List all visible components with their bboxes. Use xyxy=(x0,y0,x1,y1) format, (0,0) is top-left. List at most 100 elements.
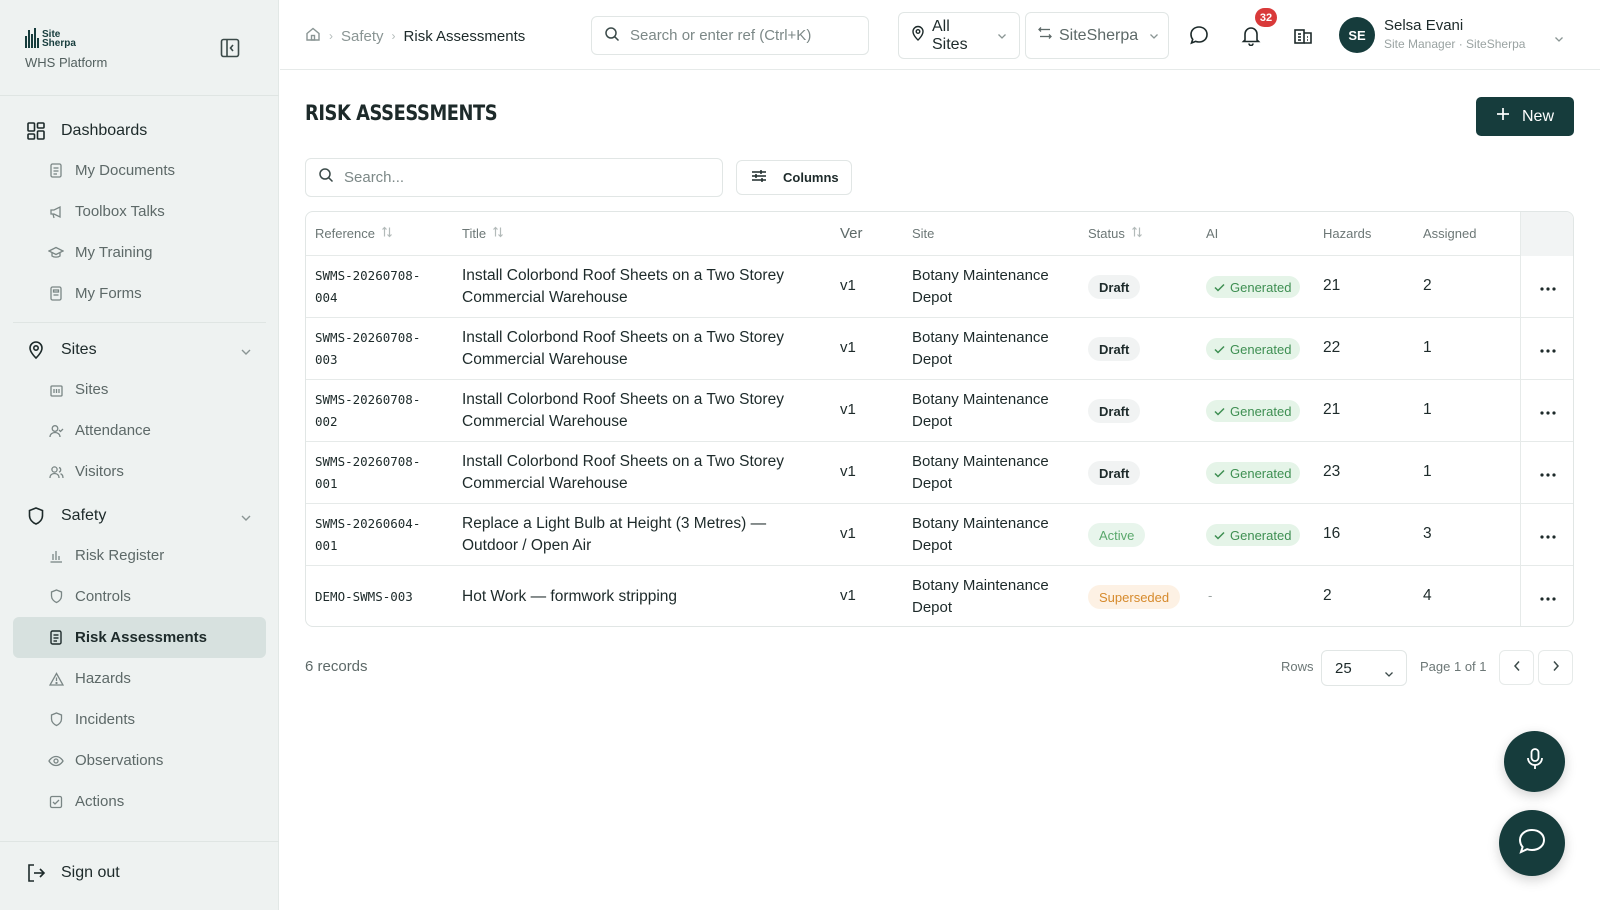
assigned-count: 4 xyxy=(1423,587,1432,604)
user-menu[interactable]: Selsa Evani Site Manager · SiteSherpa xyxy=(1384,17,1525,51)
warning-icon xyxy=(48,671,64,687)
shield-icon xyxy=(48,712,64,728)
row-actions-menu[interactable] xyxy=(1520,442,1573,504)
chevron-down-icon xyxy=(997,27,1007,45)
sidebar-item-sites[interactable]: Sites xyxy=(13,369,266,410)
row-actions-menu[interactable] xyxy=(1520,504,1573,566)
ai-generated-badge: Generated xyxy=(1206,524,1301,546)
brand[interactable]: Site Sherpa WHS Platform xyxy=(25,24,107,70)
sidebar-item-my-forms[interactable]: My Forms xyxy=(13,273,266,314)
title-cell: Hot Work — formwork stripping xyxy=(462,588,678,605)
ver-header: Ver xyxy=(840,225,863,242)
check-icon xyxy=(1214,280,1225,295)
version-cell: v1 xyxy=(840,463,856,480)
notification-badge: 32 xyxy=(1255,8,1277,27)
sidebar-item-risk-assessments[interactable]: Risk Assessments xyxy=(13,617,266,658)
table-row[interactable]: SWMS-20260708- 002 Install Colorbond Roof… xyxy=(306,380,1573,442)
sidebar-item-incidents[interactable]: Incidents xyxy=(13,699,266,740)
more-horizontal-icon xyxy=(1540,340,1556,358)
avatar[interactable]: SE xyxy=(1339,17,1375,53)
more-horizontal-icon xyxy=(1540,588,1556,606)
sort-status-header[interactable]: Status xyxy=(1088,226,1143,241)
records-count: 6 records xyxy=(305,658,368,675)
breadcrumb: › Safety › Risk Assessments xyxy=(305,26,525,46)
next-page-button[interactable] xyxy=(1538,650,1573,685)
nav-group-sites[interactable]: Sites xyxy=(13,331,266,369)
hazards-count: 23 xyxy=(1323,463,1341,480)
reference-cell: SWMS-20260708- 001 xyxy=(315,454,421,491)
organization-icon[interactable] xyxy=(1291,23,1315,47)
site-cell: Botany Maintenance Depot xyxy=(912,329,1049,368)
chat-bubble-icon xyxy=(1517,827,1547,860)
nav-group-safety[interactable]: Safety xyxy=(13,497,266,535)
shield-icon xyxy=(25,505,47,527)
check-icon xyxy=(1214,528,1225,543)
breadcrumb-current: Risk Assessments xyxy=(403,27,526,45)
sort-title-header[interactable]: Title xyxy=(462,226,504,241)
assigned-header: Assigned xyxy=(1423,226,1477,241)
site-filter-dropdown[interactable]: All Sites xyxy=(898,12,1020,59)
sidebar-item-risk-register[interactable]: Risk Register xyxy=(13,535,266,576)
sign-out-button[interactable]: Sign out xyxy=(25,862,120,884)
table-row[interactable]: SWMS-20260708- 001 Install Colorbond Roof… xyxy=(306,442,1573,504)
ai-generated-badge: Generated xyxy=(1206,400,1301,422)
org-switcher-dropdown[interactable]: SiteSherpa xyxy=(1025,12,1169,59)
table-row[interactable]: SWMS-20260708- 004 Install Colorbond Roof… xyxy=(306,256,1573,318)
page-title: RISK ASSESSMENTS xyxy=(305,101,498,125)
search-icon xyxy=(318,167,334,188)
table-search[interactable] xyxy=(305,158,723,197)
sidebar-nav: Dashboards My Documents Toolbox Talks My… xyxy=(13,112,266,822)
sidebar-item-my-documents[interactable]: My Documents xyxy=(13,150,266,191)
building-icon xyxy=(48,382,64,398)
sidebar-item-actions[interactable]: Actions xyxy=(13,781,266,822)
nav-group-dashboards[interactable]: Dashboards xyxy=(13,112,266,150)
table-row[interactable]: SWMS-20260604- 001 Replace a Light Bulb a… xyxy=(306,504,1573,566)
bell-icon[interactable] xyxy=(1239,23,1263,47)
row-actions-menu[interactable] xyxy=(1520,318,1573,380)
chevron-down-icon xyxy=(1384,665,1394,682)
sidebar-item-my-training[interactable]: My Training xyxy=(13,232,266,273)
chevron-left-icon xyxy=(1513,659,1521,677)
table-row[interactable]: SWMS-20260708- 003 Install Colorbond Roof… xyxy=(306,318,1573,380)
sidebar-item-controls[interactable]: Controls xyxy=(13,576,266,617)
title-cell: Install Colorbond Roof Sheets on a Two S… xyxy=(462,391,784,430)
new-risk-assessment-button[interactable]: New xyxy=(1476,97,1574,136)
sort-reference-header[interactable]: Reference xyxy=(315,226,393,241)
ai-generated-badge: Generated xyxy=(1206,338,1301,360)
table-row[interactable]: DEMO-SWMS-003 Hot Work — formwork stripp… xyxy=(306,566,1573,626)
columns-button[interactable]: Columns xyxy=(736,160,852,195)
voice-input-button[interactable] xyxy=(1504,731,1565,792)
reference-cell: SWMS-20260708- 002 xyxy=(315,392,421,429)
collapse-sidebar-icon[interactable] xyxy=(219,37,241,59)
assigned-count: 1 xyxy=(1423,339,1432,356)
home-icon[interactable] xyxy=(305,26,321,46)
rows-per-page-select[interactable]: 25 xyxy=(1321,650,1407,686)
sort-icon xyxy=(381,226,393,241)
status-badge: Draft xyxy=(1088,399,1141,423)
sidebar-item-visitors[interactable]: Visitors xyxy=(13,451,266,492)
breadcrumb-safety[interactable]: Safety xyxy=(341,28,384,45)
sidebar-item-attendance[interactable]: Attendance xyxy=(13,410,266,451)
plus-icon xyxy=(1496,107,1510,126)
map-pin-icon xyxy=(25,339,47,361)
global-search-input[interactable] xyxy=(630,27,860,44)
chevron-down-icon[interactable] xyxy=(1554,30,1564,48)
prev-page-button[interactable] xyxy=(1499,650,1534,685)
support-chat-button[interactable] xyxy=(1499,810,1565,876)
row-actions-menu[interactable] xyxy=(1520,256,1573,318)
chat-icon[interactable] xyxy=(1187,23,1211,47)
row-actions-menu[interactable] xyxy=(1520,566,1573,626)
document-icon xyxy=(48,163,64,179)
site-header: Site xyxy=(912,226,935,241)
sidebar-item-toolbox-talks[interactable]: Toolbox Talks xyxy=(13,191,266,232)
table-search-input[interactable] xyxy=(344,169,714,186)
bar-chart-icon xyxy=(48,548,64,564)
graduation-cap-icon xyxy=(48,245,64,261)
global-search[interactable] xyxy=(591,16,869,55)
row-actions-menu[interactable] xyxy=(1520,380,1573,442)
microphone-icon xyxy=(1524,747,1546,776)
sidebar-item-observations[interactable]: Observations xyxy=(13,740,266,781)
sidebar-item-hazards[interactable]: Hazards xyxy=(13,658,266,699)
sliders-icon xyxy=(751,169,767,186)
check-icon xyxy=(1214,342,1225,357)
